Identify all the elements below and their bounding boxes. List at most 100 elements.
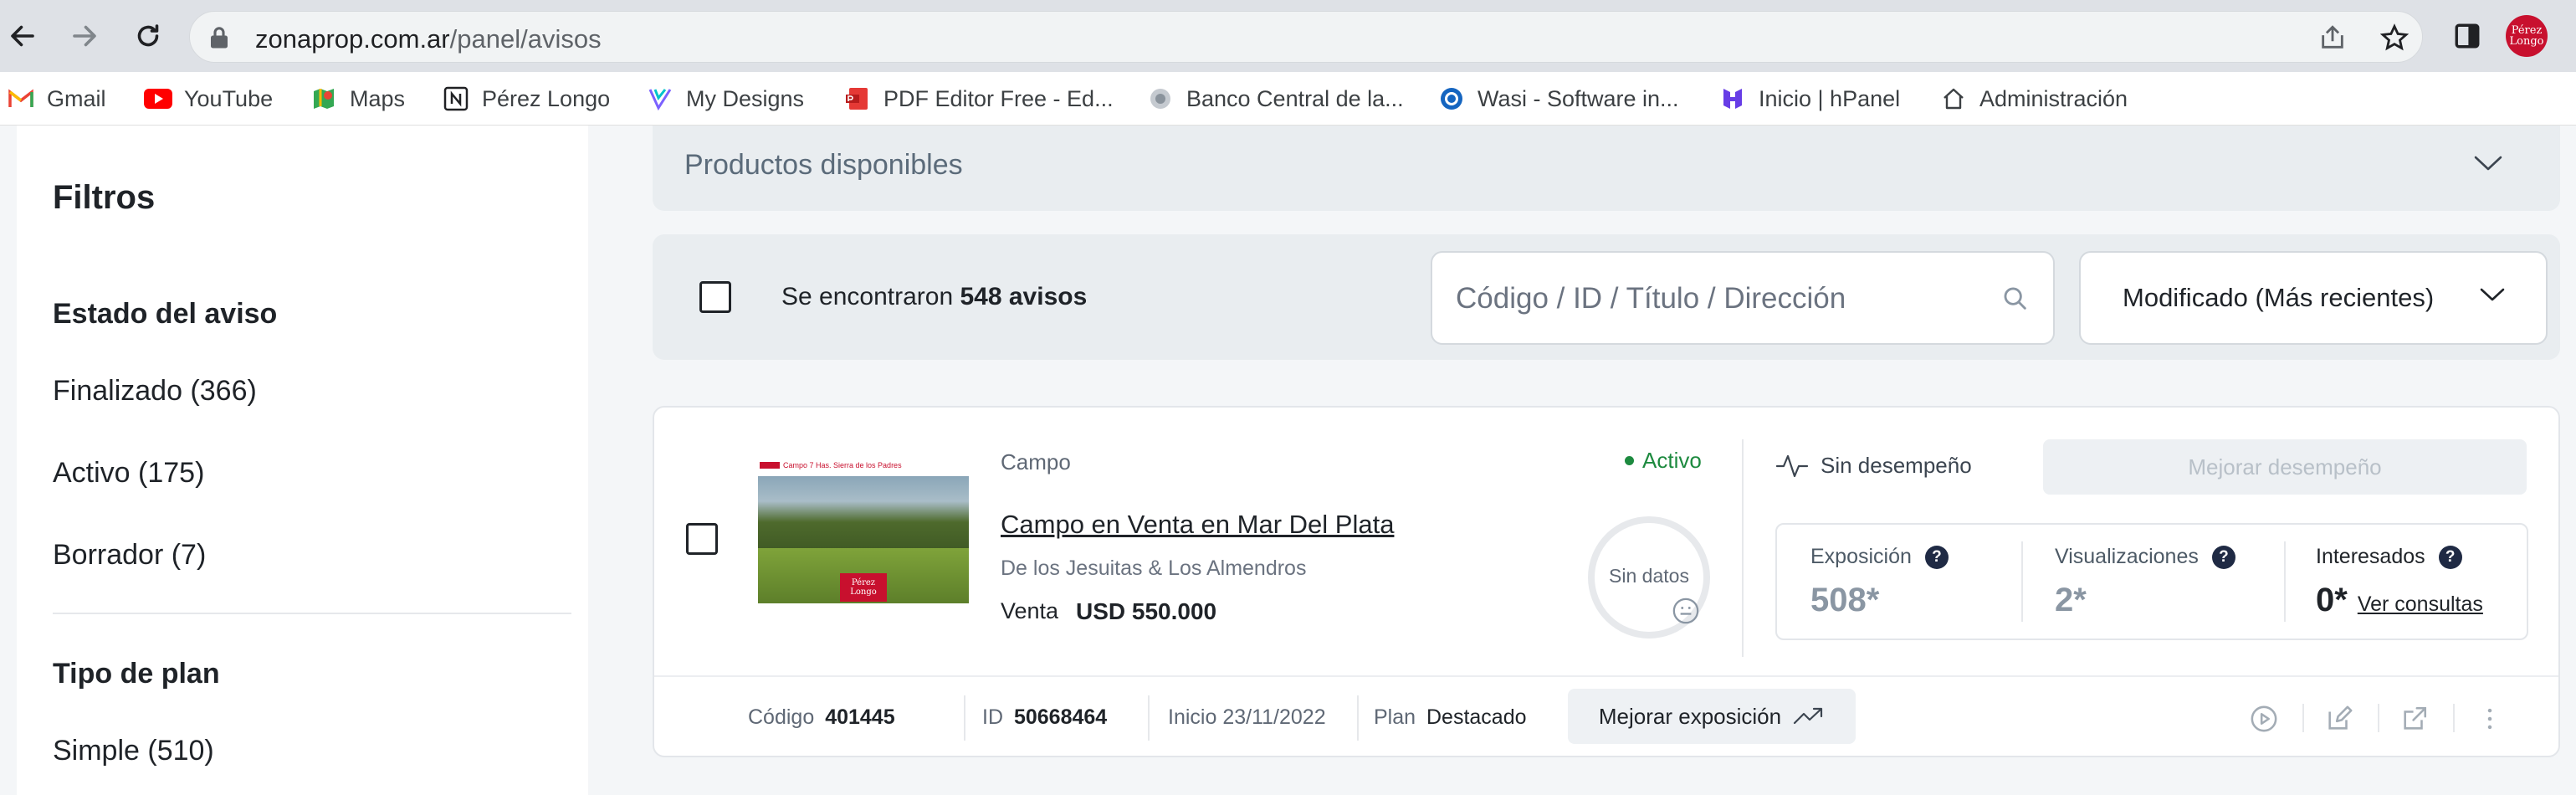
bookmark-my-designs[interactable]: My Designs bbox=[646, 82, 804, 115]
youtube-icon bbox=[144, 85, 172, 113]
listing-price: USD 550.000 bbox=[1076, 598, 1217, 624]
performance-label: Sin desempeño bbox=[1821, 452, 1972, 478]
stat-value: 508* bbox=[1810, 582, 1880, 618]
search-input[interactable] bbox=[1456, 278, 1991, 320]
meta-divider bbox=[964, 695, 965, 741]
neutral-face-icon bbox=[1672, 597, 1700, 629]
listing-code: Código 401445 bbox=[748, 705, 895, 729]
hostinger-icon bbox=[1718, 85, 1747, 113]
filter-finalizado[interactable]: Finalizado (366) bbox=[53, 375, 257, 408]
help-icon[interactable]: ? bbox=[2438, 545, 2462, 569]
filter-simple[interactable]: Simple (510) bbox=[53, 735, 214, 767]
bookmarks-bar: Gmail YouTube Maps Pérez Longo My Design… bbox=[0, 72, 2576, 126]
play-icon[interactable] bbox=[2247, 702, 2281, 736]
improve-performance-button[interactable]: Mejorar desempeño bbox=[2043, 439, 2527, 495]
filter-activo[interactable]: Activo (175) bbox=[53, 457, 204, 490]
thumbnail-trees bbox=[758, 476, 969, 560]
view-inquiries-link[interactable]: Ver consultas bbox=[2358, 592, 2483, 616]
bookmark-hpanel[interactable]: Inicio | hPanel bbox=[1718, 82, 1900, 115]
listing-category: Campo bbox=[1001, 449, 1071, 474]
stat-label: Interesados? bbox=[2316, 545, 2462, 569]
plan-filter-heading: Tipo de plan bbox=[53, 658, 220, 690]
reload-icon bbox=[137, 24, 159, 47]
stat-value: 2* bbox=[2055, 582, 2087, 618]
filters-sidebar: Filtros Estado del aviso Finalizado (366… bbox=[17, 126, 588, 795]
listing-card: Campo 7 Has. Sierra de los Padres Pérez L… bbox=[653, 406, 2560, 757]
search-icon[interactable] bbox=[2001, 285, 2030, 317]
stat-divider bbox=[2284, 541, 2286, 622]
listing-footer: Código 401445 ID 50668464 Inicio 23/11/2… bbox=[654, 675, 2558, 757]
stat-label: Exposición? bbox=[1810, 545, 1949, 569]
side-panel-button[interactable] bbox=[2446, 15, 2488, 57]
improve-exposure-button[interactable]: Mejorar exposición bbox=[1568, 689, 1856, 744]
bookmark-gmail[interactable]: Gmail bbox=[7, 82, 106, 115]
filter-borrador[interactable]: Borrador (7) bbox=[53, 539, 206, 572]
products-available-panel[interactable]: Productos disponibles bbox=[653, 126, 2560, 211]
bookmark-label: Wasi - Software in... bbox=[1477, 85, 1679, 111]
chevron-down-icon[interactable] bbox=[2473, 154, 2503, 177]
bookmark-label: My Designs bbox=[686, 85, 805, 111]
thumbnail-logo: Pérez Longo bbox=[840, 573, 887, 602]
more-options-icon[interactable] bbox=[2473, 702, 2507, 736]
address-bar[interactable]: zonaprop.com.ar/panel/avisos bbox=[189, 11, 2423, 63]
pulse-icon bbox=[1775, 454, 1809, 478]
stats-panel: Exposición? 508* Visualizaciones? 2* Int… bbox=[1775, 523, 2528, 640]
bookmark-label: PDF Editor Free - Ed... bbox=[883, 85, 1114, 111]
designs-icon bbox=[646, 85, 674, 113]
profile-avatar[interactable]: Pérez Longo bbox=[2506, 15, 2548, 57]
listing-title-link[interactable]: Campo en Venta en Mar Del Plata bbox=[1001, 510, 1394, 540]
bookmark-maps[interactable]: Maps bbox=[310, 82, 405, 115]
share-icon[interactable] bbox=[2315, 20, 2350, 55]
listing-plan: Plan Destacado bbox=[1374, 705, 1527, 729]
sidebar-divider bbox=[53, 613, 571, 614]
bookmark-label: Administración bbox=[1979, 85, 2128, 111]
external-link-icon[interactable] bbox=[2398, 702, 2431, 736]
products-available-label: Productos disponibles bbox=[684, 149, 963, 181]
bookmark-youtube[interactable]: YouTube bbox=[144, 82, 273, 115]
bookmark-label: YouTube bbox=[184, 85, 274, 111]
forward-arrow-icon bbox=[73, 25, 96, 47]
card-divider bbox=[1742, 439, 1744, 657]
results-prefix: Se encontraron bbox=[781, 283, 954, 310]
select-all-checkbox[interactable] bbox=[699, 281, 731, 313]
home-icon bbox=[1939, 85, 1968, 113]
meta-divider bbox=[1148, 695, 1150, 741]
results-count-value: 548 avisos bbox=[960, 283, 1088, 310]
icon-divider bbox=[2453, 704, 2455, 732]
sort-value: Modificado (Más recientes) bbox=[2123, 283, 2435, 312]
edit-icon[interactable] bbox=[2322, 702, 2356, 736]
donut-label: Sin datos bbox=[1609, 565, 1689, 587]
bookmark-label: Maps bbox=[350, 85, 406, 111]
bookmark-pdf-editor[interactable]: PDF Editor Free - Ed... bbox=[843, 82, 1114, 115]
bookmark-wasi[interactable]: Wasi - Software in... bbox=[1437, 82, 1679, 115]
results-count: Se encontraron 548 avisos bbox=[781, 283, 1087, 311]
sort-dropdown[interactable]: Modificado (Más recientes) bbox=[2079, 251, 2548, 345]
improve-exposure-label: Mejorar exposición bbox=[1598, 703, 1782, 729]
results-toolbar: Se encontraron 548 avisos Modificado (Má… bbox=[653, 234, 2560, 360]
search-field[interactable] bbox=[1431, 251, 2055, 345]
bookmark-perez-longo[interactable]: Pérez Longo bbox=[442, 82, 610, 115]
thumbnail-caption: Campo 7 Has. Sierra de los Padres bbox=[758, 454, 969, 476]
wasi-icon bbox=[1437, 85, 1466, 113]
pdf-icon bbox=[843, 85, 872, 113]
help-icon[interactable]: ? bbox=[1924, 545, 1949, 569]
bookmark-label: Pérez Longo bbox=[482, 85, 611, 111]
bookmark-label: Gmail bbox=[47, 85, 106, 111]
listing-address: De los Jesuitas & Los Almendros bbox=[1001, 556, 1307, 580]
chevron-down-icon bbox=[2479, 286, 2506, 307]
reload-button[interactable] bbox=[127, 15, 169, 57]
forward-button[interactable] bbox=[64, 15, 105, 57]
bookmark-banco-central[interactable]: Banco Central de la... bbox=[1146, 82, 1404, 115]
bookmark-administracion[interactable]: Administración bbox=[1939, 82, 2128, 115]
help-icon[interactable]: ? bbox=[2211, 545, 2235, 569]
filters-title: Filtros bbox=[53, 179, 156, 216]
stat-divider bbox=[2021, 541, 2023, 622]
bookmark-star-icon[interactable] bbox=[2377, 20, 2412, 55]
performance-indicator: Sin desempeño bbox=[1775, 451, 1972, 480]
listing-thumbnail[interactable]: Campo 7 Has. Sierra de los Padres Pérez L… bbox=[758, 454, 969, 603]
side-panel-icon bbox=[2455, 23, 2480, 49]
bookmark-label: Inicio | hPanel bbox=[1759, 85, 1901, 111]
back-button[interactable] bbox=[2, 15, 44, 57]
notion-icon bbox=[442, 85, 470, 113]
listing-checkbox[interactable] bbox=[686, 523, 718, 555]
